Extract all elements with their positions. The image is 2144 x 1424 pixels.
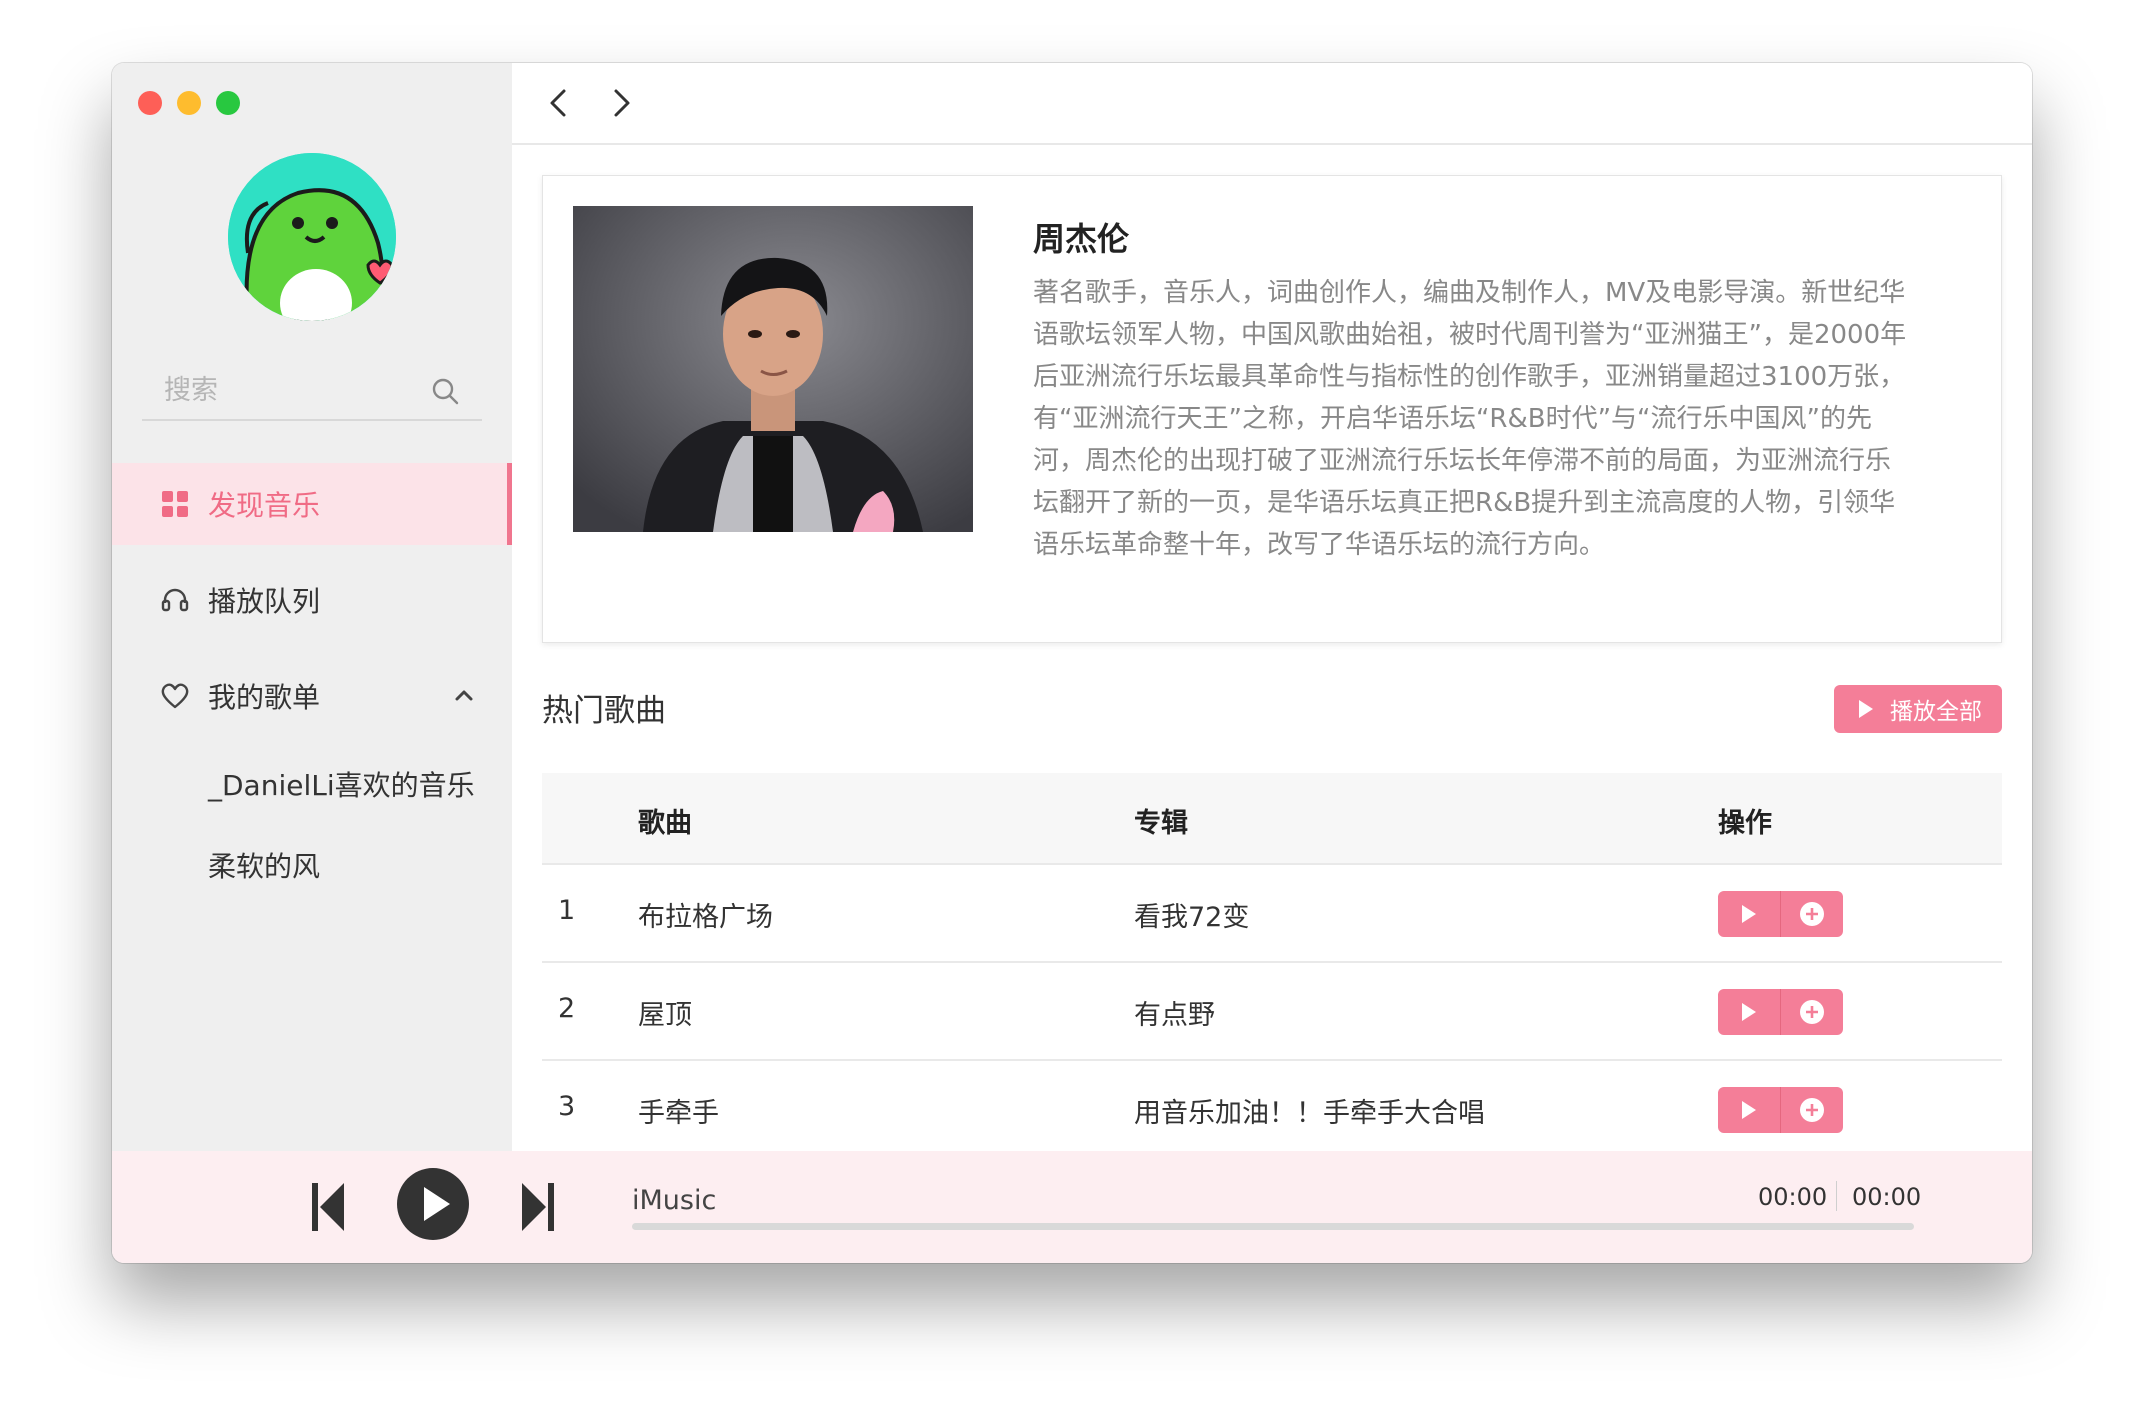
column-header-actions: 操作 — [1718, 808, 1772, 839]
play-icon — [1859, 700, 1873, 718]
forward-arrow-icon[interactable] — [602, 85, 638, 121]
zoom-window-button[interactable] — [216, 91, 240, 115]
table-row[interactable]: 1 布拉格广场 看我72变 — [542, 865, 2002, 963]
app-window: 发现音乐 播放队列 我的歌单 _DanielLi喜 — [112, 63, 2032, 1263]
artist-bio: 著名歌手，音乐人，词曲创作人，编曲及制作人，MV及电影导演。新世纪华语歌坛领军人… — [1033, 278, 1907, 560]
add-to-queue-button[interactable] — [1781, 891, 1843, 937]
song-index: 2 — [558, 993, 576, 1024]
playlist-item[interactable]: 柔软的风 — [208, 845, 320, 885]
song-title[interactable]: 手牵手 — [638, 1091, 719, 1130]
playlist-item[interactable]: _DanielLi喜欢的音乐 — [208, 764, 475, 804]
row-actions — [1718, 1087, 1843, 1133]
search-box — [142, 363, 482, 421]
row-actions — [1718, 989, 1843, 1035]
nav-label: 我的歌单 — [208, 681, 321, 714]
avatar-mascot-icon — [228, 153, 396, 321]
play-icon — [1742, 1003, 1756, 1021]
plus-circle-icon — [1800, 1098, 1824, 1122]
play-pause-button[interactable] — [396, 1167, 470, 1241]
add-to-queue-button[interactable] — [1781, 1087, 1843, 1133]
total-time: 00:00 — [1852, 1183, 1922, 1211]
nav-item-queue[interactable]: 播放队列 — [112, 559, 512, 641]
song-index: 1 — [558, 895, 576, 926]
play-icon — [1742, 905, 1756, 923]
artist-card: 周杰伦 著名歌手，音乐人，词曲创作人，编曲及制作人，MV及电影导演。新世纪华语歌… — [542, 175, 2002, 643]
next-track-icon[interactable] — [520, 1179, 556, 1235]
chevron-up-icon[interactable] — [452, 683, 476, 707]
main-content: 周杰伦 著名歌手，音乐人，词曲创作人，编曲及制作人，MV及电影导演。新世纪华语歌… — [512, 63, 2032, 1151]
column-header-song: 歌曲 — [638, 808, 692, 839]
row-actions — [1718, 891, 1843, 937]
nav-label: 发现音乐 — [208, 489, 321, 522]
current-time: 00:00 — [1758, 1183, 1828, 1211]
artist-name: 周杰伦 — [1033, 220, 1130, 258]
search-input[interactable] — [162, 369, 426, 411]
table-header: 歌曲 专辑 操作 — [542, 773, 2002, 865]
window-controls — [138, 91, 240, 115]
play-all-button[interactable]: 播放全部 — [1834, 685, 2002, 733]
search-icon[interactable] — [430, 376, 460, 406]
play-song-button[interactable] — [1718, 989, 1781, 1035]
column-header-album: 专辑 — [1134, 808, 1188, 839]
headphones-icon — [160, 585, 190, 615]
previous-track-icon[interactable] — [310, 1179, 346, 1235]
plus-circle-icon — [1800, 1000, 1824, 1024]
player-bar: iMusic 00:00 00:00 — [112, 1151, 2032, 1263]
nav-item-my-playlists[interactable]: 我的歌单 — [112, 655, 512, 737]
sidebar: 发现音乐 播放队列 我的歌单 _DanielLi喜 — [112, 63, 512, 1151]
artist-photo — [573, 206, 973, 532]
nav-label: 播放队列 — [208, 585, 321, 618]
table-row[interactable]: 2 屋顶 有点野 — [542, 963, 2002, 1061]
song-title[interactable]: 布拉格广场 — [638, 895, 773, 934]
song-album[interactable]: 有点野 — [1134, 993, 1215, 1032]
add-to-queue-button[interactable] — [1781, 989, 1843, 1035]
toolbar — [512, 63, 2032, 145]
table-row[interactable]: 3 手牵手 用音乐加油！！手牵手大合唱 — [542, 1061, 2002, 1157]
minimize-window-button[interactable] — [177, 91, 201, 115]
time-divider — [1836, 1181, 1837, 1211]
play-song-button[interactable] — [1718, 1087, 1781, 1133]
now-playing-title: iMusic — [632, 1185, 717, 1216]
play-icon — [1742, 1101, 1756, 1119]
play-song-button[interactable] — [1718, 891, 1781, 937]
song-album[interactable]: 用音乐加油！！手牵手大合唱 — [1134, 1091, 1485, 1130]
song-title[interactable]: 屋顶 — [638, 993, 692, 1032]
heart-icon — [160, 681, 190, 711]
song-index: 3 — [558, 1091, 576, 1122]
back-arrow-icon[interactable] — [542, 85, 578, 121]
songs-table: 歌曲 专辑 操作 1 布拉格广场 看我72变 2 屋顶 有点野 3 手牵手 用音… — [542, 773, 2002, 1157]
progress-bar[interactable] — [632, 1223, 1914, 1230]
plus-circle-icon — [1800, 902, 1824, 926]
avatar[interactable] — [228, 153, 396, 321]
close-window-button[interactable] — [138, 91, 162, 115]
nav-item-discover[interactable]: 发现音乐 — [112, 463, 512, 545]
grid-icon — [160, 489, 190, 519]
play-all-label: 播放全部 — [1890, 699, 1982, 725]
song-album[interactable]: 看我72变 — [1134, 895, 1249, 934]
section-title: 热门歌曲 — [542, 693, 666, 729]
